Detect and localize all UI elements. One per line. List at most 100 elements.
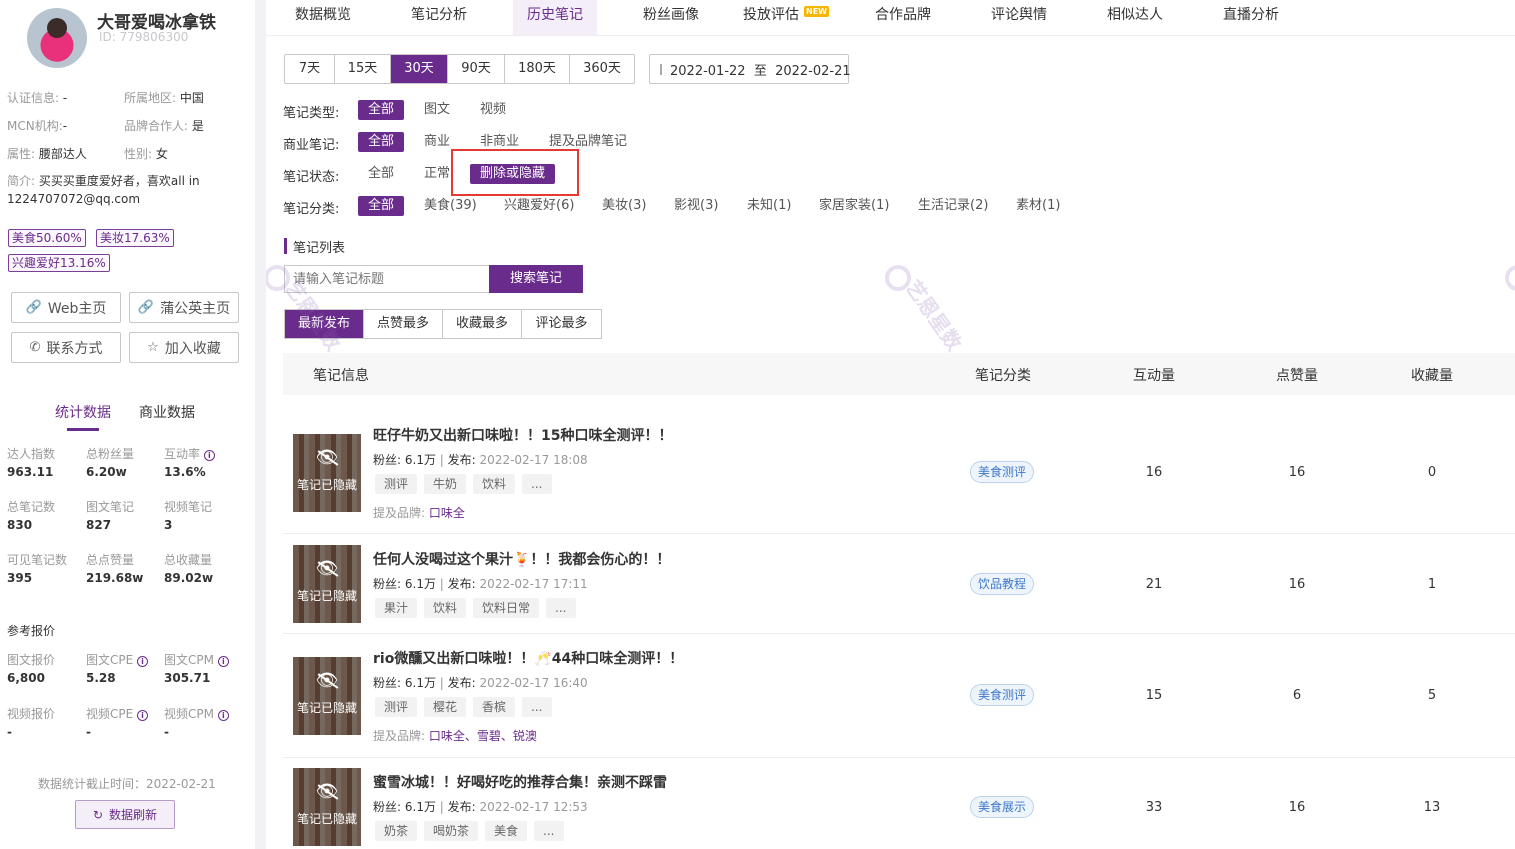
web-home-button[interactable]: 🔗 Web主页	[11, 292, 121, 323]
filter-category-beauty[interactable]: 美妆(3)	[602, 196, 646, 216]
tab-indicator	[67, 428, 99, 431]
note-tag-more[interactable]: ...	[522, 697, 552, 717]
price-value: -	[164, 725, 169, 739]
tab-brands[interactable]: 合作品牌	[861, 0, 945, 36]
pgy-home-button[interactable]: 🔗 蒲公英主页	[129, 292, 239, 323]
filter-type-video[interactable]: 视频	[480, 100, 506, 120]
stat-value: 89.02w	[164, 571, 214, 585]
stat-value: 3	[164, 518, 173, 532]
phone-icon: ✆	[29, 340, 41, 355]
note-tag-more[interactable]: ...	[534, 821, 564, 841]
stat-value: 395	[7, 571, 33, 585]
date-range-picker[interactable]: 2022-01-22 至 2022-02-21	[649, 54, 851, 84]
price-label: 视频报价	[7, 707, 56, 721]
price-value: -	[86, 725, 91, 739]
tab-note-analysis[interactable]: 笔记分析	[397, 0, 481, 36]
note-title[interactable]: 任何人没喝过这个果汁🍹！！我都会伤心的！！	[373, 549, 670, 569]
note-search-input[interactable]	[284, 265, 489, 293]
filter-category-food[interactable]: 美食(39)	[424, 196, 477, 216]
stat-label: 总笔记数	[7, 500, 56, 514]
note-tag-more[interactable]: ...	[522, 474, 552, 494]
search-notes-button[interactable]: 搜索笔记	[489, 265, 583, 293]
eye-off-icon: 👁	[315, 781, 339, 802]
watermark-text: 艺恩星数	[900, 275, 967, 356]
tab-history-notes[interactable]: 历史笔记	[513, 0, 597, 36]
info-region: 所属地区: 中国	[124, 91, 204, 105]
tab-fans-profile[interactable]: 粉丝画像	[629, 0, 713, 36]
panel-divider	[255, 0, 266, 849]
filter-commercial-all[interactable]: 全部	[358, 132, 405, 152]
tab-live[interactable]: 直播分析	[1209, 0, 1293, 36]
price-value: 6,800	[7, 671, 45, 685]
note-tag-more[interactable]: ...	[546, 598, 576, 618]
note-title[interactable]: 蜜雪冰城！！好喝好吃的推荐合集！亲测不踩雷	[373, 772, 667, 792]
tab-stats[interactable]: 统计数据	[55, 402, 111, 422]
tab-business[interactable]: 商业数据	[139, 402, 195, 422]
favorite-button[interactable]: ☆ 加入收藏	[129, 332, 239, 363]
sort-latest[interactable]: 最新发布	[285, 310, 364, 338]
info-cert: 认证信息: -	[7, 91, 68, 105]
info-icon[interactable]: i	[203, 450, 215, 461]
col-collects[interactable]: 收藏量	[1411, 365, 1453, 385]
price-label: 图文CPE i	[86, 651, 149, 668]
filter-category-material[interactable]: 素材(1)	[1016, 196, 1060, 216]
watermark-logo	[1505, 265, 1515, 291]
interest-tag: 美妆17.63%	[96, 229, 174, 247]
info-icon[interactable]: i	[217, 656, 229, 667]
range-90d[interactable]: 90天	[448, 55, 505, 83]
note-thumbnail[interactable]: 👁 笔记已隐藏	[293, 657, 361, 735]
info-icon[interactable]: i	[137, 656, 149, 667]
filter-type-all[interactable]: 全部	[358, 100, 405, 120]
tab-similar[interactable]: 相似达人	[1093, 0, 1177, 36]
range-180d[interactable]: 180天	[505, 55, 570, 83]
range-7d[interactable]: 7天	[285, 55, 335, 83]
collect-count: 1	[1427, 577, 1437, 592]
note-tags: 奶茶 喝奶茶 美食 ...	[375, 821, 564, 841]
note-tag: 果汁	[375, 598, 418, 618]
note-thumbnail[interactable]: 👁 笔记已隐藏	[293, 545, 361, 623]
sort-most-collects[interactable]: 收藏最多	[443, 310, 522, 338]
filter-commercial[interactable]: 商业	[424, 132, 450, 152]
filter-category-film[interactable]: 影视(3)	[674, 196, 718, 216]
range-15d[interactable]: 15天	[335, 55, 391, 83]
note-tag: 喝奶茶	[424, 821, 479, 841]
sort-most-comments[interactable]: 评论最多	[522, 310, 601, 338]
filter-category-unknown[interactable]: 未知(1)	[747, 196, 791, 216]
col-interaction[interactable]: 互动量	[1133, 365, 1175, 385]
tab-ad-evaluation[interactable]: 投放评估	[729, 0, 813, 36]
note-thumbnail[interactable]: 👁 笔记已隐藏	[293, 434, 361, 512]
range-360d[interactable]: 360天	[570, 55, 634, 83]
filter-category-life[interactable]: 生活记录(2)	[918, 196, 988, 216]
price-label: 图文报价	[7, 653, 56, 667]
filter-status-label: 笔记状态:	[283, 170, 340, 185]
price-label: 图文CPM i	[164, 651, 229, 668]
price-title: 参考报价	[7, 624, 56, 638]
range-30d[interactable]: 30天	[391, 55, 448, 83]
info-icon[interactable]: i	[137, 710, 149, 721]
interaction-count: 16	[1145, 465, 1163, 480]
filter-status-all[interactable]: 全部	[368, 164, 394, 184]
note-tags: 测评 牛奶 饮料 ...	[375, 474, 552, 494]
filter-category-home[interactable]: 家居家装(1)	[819, 196, 889, 216]
note-title[interactable]: rio微醺又出新口味啦！！🥂44种口味全测评！！	[373, 648, 683, 668]
category-badge: 美食测评	[970, 461, 1035, 483]
note-thumbnail[interactable]: 👁 笔记已隐藏	[293, 768, 361, 846]
like-count: 16	[1288, 800, 1306, 815]
refresh-button[interactable]: ↻ 数据刷新	[75, 800, 175, 829]
note-title[interactable]: 旺仔牛奶又出新口味啦！！15种口味全测评！！	[373, 425, 672, 445]
main-panel: 数据概览 笔记分析 历史笔记 粉丝画像 投放评估 NEW 合作品牌 评论舆情 相…	[266, 0, 1515, 849]
col-likes[interactable]: 点赞量	[1276, 365, 1318, 385]
filter-category-hobby[interactable]: 兴趣爱好(6)	[504, 196, 574, 216]
tab-comments[interactable]: 评论舆情	[977, 0, 1061, 36]
note-meta: 粉丝: 6.1万 | 发布: 2022-02-17 17:11	[373, 577, 588, 591]
avatar[interactable]	[27, 8, 87, 68]
filter-type-image[interactable]: 图文	[424, 100, 450, 120]
contact-button[interactable]: ✆ 联系方式	[11, 332, 121, 363]
filter-status-normal[interactable]: 正常	[424, 164, 450, 184]
col-category: 笔记分类	[975, 368, 1031, 384]
info-icon[interactable]: i	[217, 710, 229, 721]
sort-most-likes[interactable]: 点赞最多	[364, 310, 443, 338]
filter-category-all[interactable]: 全部	[358, 196, 405, 216]
collect-count: 0	[1427, 465, 1437, 480]
tab-overview[interactable]: 数据概览	[281, 0, 365, 36]
